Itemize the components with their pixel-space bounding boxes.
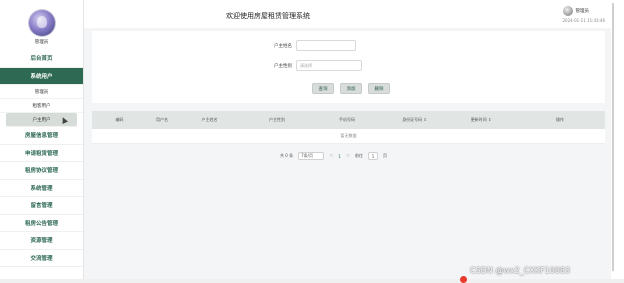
sidebar-profile: 管理员 [0, 0, 83, 50]
vertical-scrollbar[interactable] [612, 3, 614, 271]
sidebar: 管理员 后台首页 系统用户 管理员 租客用户 户主用户 房屋信息管理 申请租赁管… [0, 0, 84, 283]
sidebar-item-rental-agreement[interactable]: 租房协议管理 [0, 162, 83, 180]
table-header: 编码 用户名 户主姓名 户主性别 手机号码 身份证号码 ⇕ 更新时间 ⇕ 操作 [92, 111, 605, 129]
sidebar-item-system-users[interactable]: 系统用户 [0, 67, 83, 85]
gender-select[interactable]: 请选择 [296, 60, 362, 71]
column-header-username[interactable]: 用户名 [147, 117, 177, 123]
mouse-cursor-icon [60, 116, 68, 124]
landlord-table: 编码 用户名 户主姓名 户主性别 手机号码 身份证号码 ⇕ 更新时间 ⇕ 操作 … [92, 111, 605, 144]
sidebar-subitem-admin[interactable]: 管理员 [0, 85, 83, 99]
name-field-label: 户主姓名 [274, 43, 292, 49]
goto-label: 前往 [355, 153, 364, 158]
sidebar-item-system-management[interactable]: 系统管理 [0, 180, 83, 197]
sidebar-user-name: 管理员 [34, 39, 49, 45]
column-header-landlord-gender[interactable]: 户主性别 [242, 117, 312, 123]
current-time: 2024-01-11 11:43:46 [562, 18, 605, 23]
top-header: 欢迎使用房屋租赁管理系统 管理员 2024-01-11 11:43:46 [84, 0, 611, 28]
admin-name[interactable]: 管理员 [576, 8, 590, 14]
gender-field-row: 户主性别 请选择 [262, 60, 362, 71]
main-content: 户主姓名 户主性别 请选择 查询 添加 删除 编码 用户名 户主姓名 户主性别 [84, 28, 611, 283]
sidebar-menu: 后台首页 系统用户 管理员 租客用户 户主用户 房屋信息管理 申请租赁管理 租房… [0, 50, 83, 267]
column-header-updated-time[interactable]: 更新时间 ⇕ [447, 117, 515, 123]
search-panel: 户主姓名 户主性别 请选择 查询 添加 删除 [92, 31, 605, 103]
sidebar-item-messages[interactable]: 留言管理 [0, 197, 83, 215]
gender-field-label: 户主性别 [274, 63, 292, 69]
admin-info: 管理员 2024-01-11 11:43:46 [562, 6, 605, 23]
query-button[interactable]: 查询 [312, 83, 334, 94]
sidebar-item-resources[interactable]: 资源管理 [0, 232, 83, 250]
admin-avatar[interactable] [562, 6, 573, 16]
sidebar-item-announcements[interactable]: 租房公告管理 [0, 215, 83, 232]
column-header-id-card[interactable]: 身份证号码 ⇕ [382, 117, 447, 123]
pagination-total: 共 0 条 [280, 153, 294, 158]
watermark: CSDN @wx2_CXKF10083 [470, 266, 571, 275]
page-size-select[interactable]: 7条/页 [298, 152, 325, 160]
gender-select-placeholder: 请选择 [300, 62, 312, 68]
page-title: 欢迎使用房屋租赁管理系统 [226, 12, 310, 20]
column-header-landlord-name[interactable]: 户主姓名 [177, 117, 242, 123]
sidebar-item-communication[interactable]: 交流管理 [0, 250, 83, 267]
app-window: 管理员 后台首页 系统用户 管理员 租客用户 户主用户 房屋信息管理 申请租赁管… [0, 0, 624, 283]
sidebar-subitem-landlord-label: 户主用户 [32, 117, 51, 123]
sidebar-item-rental-application[interactable]: 申请租赁管理 [0, 145, 83, 162]
prev-page-button[interactable]: < [329, 153, 333, 159]
goto-page-input[interactable]: 1 [368, 152, 379, 160]
goto-suffix: 页 [383, 153, 388, 158]
column-header-phone[interactable]: 手机号码 [312, 117, 382, 123]
name-field-row: 户主姓名 [262, 40, 356, 51]
avatar[interactable] [28, 9, 55, 36]
page-size-value: 7条/页 [301, 153, 313, 158]
bottom-strip [0, 279, 624, 283]
sidebar-subitem-tenant[interactable]: 租客用户 [0, 99, 83, 113]
next-page-button[interactable]: > [346, 153, 350, 159]
column-header-actions: 操作 [556, 117, 564, 122]
record-indicator-icon [460, 276, 467, 283]
sidebar-item-home[interactable]: 后台首页 [0, 50, 83, 68]
action-buttons: 查询 添加 删除 [312, 83, 390, 94]
column-header-id[interactable]: 编码 [92, 117, 147, 123]
name-input[interactable] [296, 40, 356, 51]
add-button[interactable]: 添加 [340, 83, 362, 94]
delete-button[interactable]: 删除 [368, 83, 390, 94]
pagination: 共 0 条 7条/页 < 1 > 前往 1 页 [280, 152, 387, 160]
sidebar-subitem-landlord[interactable]: 户主用户 [6, 113, 77, 127]
page-number-current[interactable]: 1 [338, 154, 341, 159]
sidebar-item-house-info[interactable]: 房屋信息管理 [0, 127, 83, 145]
table-empty-state: 暂无数据 [92, 129, 605, 144]
